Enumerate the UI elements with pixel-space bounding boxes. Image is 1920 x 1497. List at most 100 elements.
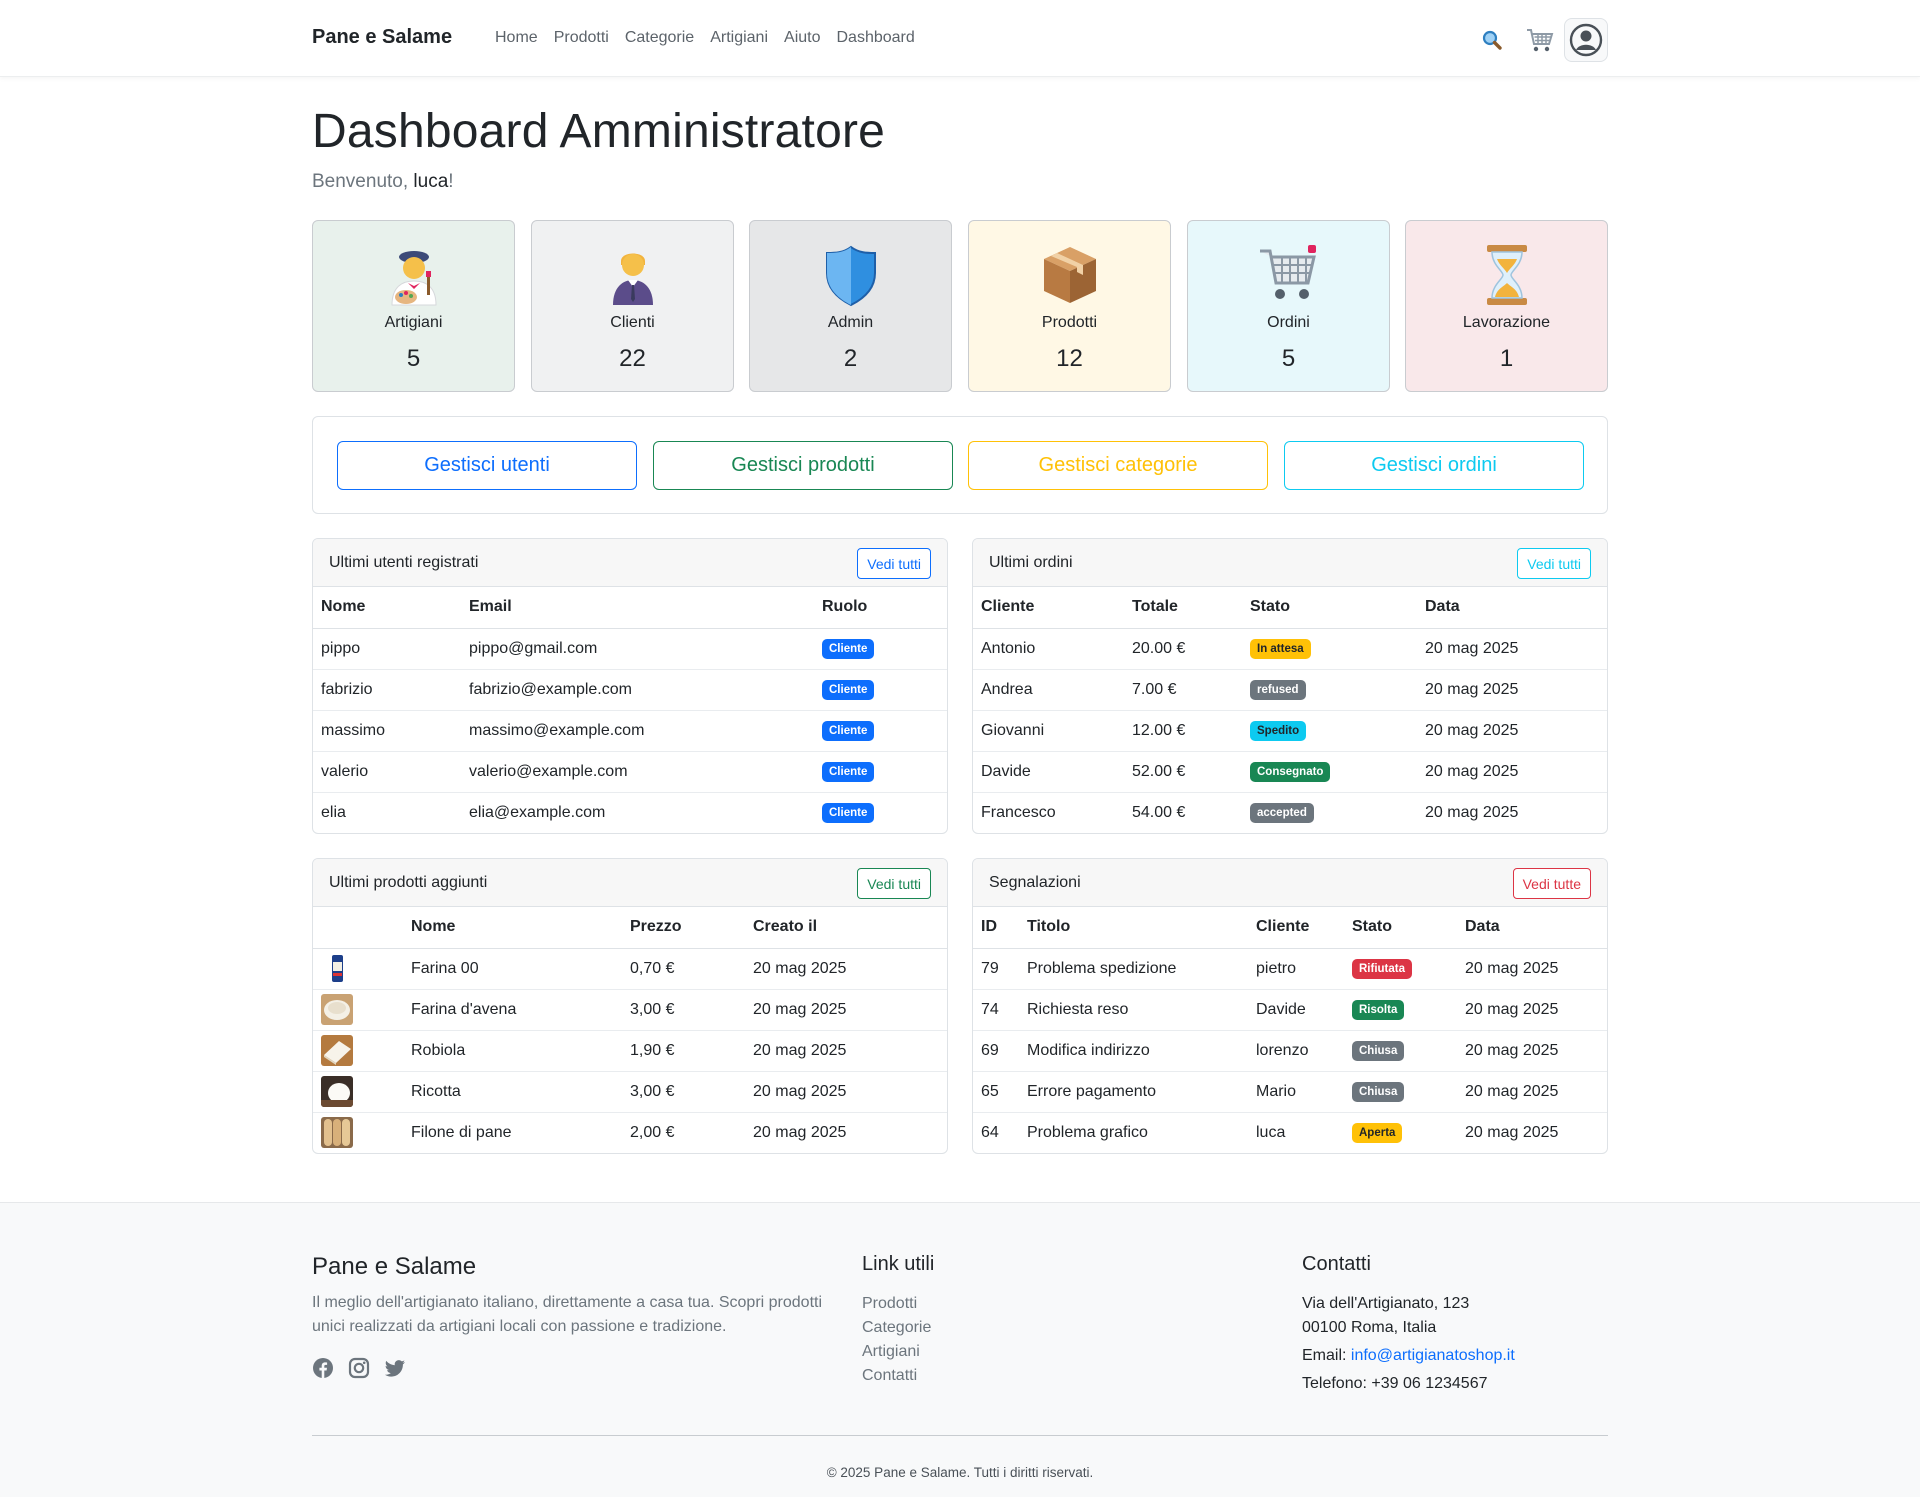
product-price: 1,90 € (622, 1030, 745, 1072)
footer: Pane e Salame Il meglio dell'artigianato… (0, 1202, 1920, 1497)
column-header: Stato (1344, 907, 1457, 949)
nav-link-prodotti[interactable]: Prodotti (554, 29, 609, 47)
nav-icons (1472, 18, 1608, 62)
stat-label: Prodotti (1041, 314, 1098, 331)
stat-card-artigiani: Artigiani 5 (312, 220, 515, 392)
table-row: Farina 00 0,70 €20 mag 2025 (313, 948, 947, 990)
order-status-cell: accepted (1242, 792, 1417, 833)
footer-email-link[interactable]: info@artigianatoshop.it (1351, 1347, 1515, 1364)
stat-value: 5 (1281, 345, 1296, 372)
stat-card-ordini: Ordini 5 (1187, 220, 1390, 392)
table-row: Filone di pane 2,00 € 20 mag 2025 (313, 1112, 947, 1153)
nav-link-aiuto[interactable]: Aiuto (784, 29, 820, 47)
stat-label: Clienti (610, 314, 655, 331)
footer-address-line2: 00100 Roma, Italia (1302, 1319, 1437, 1336)
report-id: 69 (973, 1030, 1019, 1072)
nav-link-dashboard[interactable]: Dashboard (836, 29, 914, 47)
user-email: valerio@example.com (461, 751, 814, 793)
footer-link-prodotti[interactable]: Prodotti (862, 1295, 917, 1313)
table-row: massimo massimo@example.com Cliente (313, 710, 947, 752)
user-avatar-button[interactable] (1564, 18, 1608, 62)
user-role-cell: Cliente (814, 628, 947, 670)
column-header: Email (461, 587, 814, 629)
stat-card-prodotti: Prodotti 12 (968, 220, 1171, 392)
manage-users-button[interactable]: Gestisci utenti (337, 441, 637, 490)
manage-products-button[interactable]: Gestisci prodotti (653, 441, 953, 490)
hourglass-icon (1406, 243, 1607, 309)
view-all-products-button[interactable]: Vedi tutti (857, 868, 931, 899)
panel-header: Ultimi ordini Vedi tutti (973, 539, 1607, 587)
product-name: Ricotta (403, 1071, 622, 1113)
recent-orders-panel: Ultimi ordini Vedi tutti Cliente Totale … (972, 538, 1608, 834)
stat-value: 5 (406, 345, 421, 372)
report-customer: Davide (1248, 989, 1344, 1031)
user-role-cell: Cliente (814, 792, 947, 833)
table-row: Farina d'avena 3,00 €20 mag 2025 (313, 989, 947, 1031)
column-header: Stato (1242, 587, 1417, 629)
brand-logo[interactable]: Pane e Salame (312, 26, 452, 49)
column-header: ID (973, 907, 1019, 949)
product-name: Farina 00 (403, 948, 622, 990)
user-email: pippo@gmail.com (461, 628, 814, 670)
product-created-date: 20 mag 2025 (753, 1123, 847, 1141)
footer-divider (312, 1435, 1608, 1436)
view-all-orders-button[interactable]: Vedi tutti (1517, 548, 1591, 579)
users-table: Nome Email Ruolo pippo pippo@gmail.com Cli… (313, 587, 947, 833)
manage-categories-button[interactable]: Gestisci categorie (968, 441, 1268, 490)
product-image-cell (313, 1071, 403, 1113)
panel-title: Segnalazioni (989, 874, 1081, 891)
nav-link-artigiani[interactable]: Artigiani (710, 29, 768, 47)
order-total: 7.00 € (1124, 669, 1242, 711)
order-total: 54.00 € (1132, 803, 1186, 821)
footer-description: Il meglio dell'artigianato italiano, dir… (312, 1294, 823, 1335)
user-name: pippo (313, 628, 461, 670)
column-header: Cliente (973, 587, 1124, 629)
footer-link-artigiani[interactable]: Artigiani (862, 1343, 920, 1361)
report-status-cell: Chiusa (1344, 1030, 1457, 1072)
order-date: 20 mag 2025 (1417, 669, 1607, 711)
status-badge: Spedito (1250, 720, 1307, 741)
product-image-cell (313, 989, 403, 1031)
order-date: 20 mag 2025 (1417, 710, 1607, 752)
role-badge: Cliente (822, 638, 875, 659)
instagram-icon[interactable] (348, 1357, 370, 1379)
report-status-cell: Chiusa (1344, 1071, 1457, 1113)
twitter-icon[interactable] (384, 1357, 406, 1379)
report-id: 65 (973, 1071, 1019, 1113)
view-all-reports-button[interactable]: Vedi tutte (1512, 868, 1591, 899)
reports-panel: Segnalazioni Vedi tutte ID Titolo Client… (972, 858, 1608, 1154)
product-price: 0,70 € (622, 948, 745, 990)
welcome-username: luca (413, 171, 449, 192)
report-id: 74 (973, 989, 1019, 1031)
facebook-icon[interactable] (312, 1357, 334, 1379)
nav-link-home[interactable]: Home (495, 29, 538, 47)
search-icon[interactable] (1472, 20, 1512, 60)
product-image-cell (313, 948, 403, 990)
report-id: 79 (973, 948, 1019, 990)
stat-label: Artigiani (384, 314, 443, 331)
footer-brand: Pane e Salame (312, 1253, 477, 1280)
social-links (312, 1357, 406, 1379)
view-all-users-button[interactable]: Vedi tutti (857, 548, 931, 579)
column-header (313, 907, 403, 949)
shield-icon (750, 243, 951, 309)
manage-orders-button[interactable]: Gestisci ordini (1284, 441, 1584, 490)
bread-loaf-thumbnail (321, 1117, 395, 1149)
product-image-cell (313, 1030, 403, 1072)
column-header: Cliente (1248, 907, 1344, 949)
column-header: Prezzo (622, 907, 745, 949)
footer-link-contatti[interactable]: Contatti (862, 1367, 917, 1385)
table-row: Davide 52.00 € Consegnato 20 mag 2025 (973, 751, 1607, 793)
stat-value: 2 (843, 345, 858, 372)
product-created-date: 20 mag 2025 (745, 1030, 947, 1072)
user-name: fabrizio (313, 669, 461, 711)
footer-link-categorie[interactable]: Categorie (862, 1319, 931, 1337)
cart-icon[interactable] (1520, 20, 1560, 60)
report-title: Errore pagamento (1019, 1071, 1248, 1113)
status-badge: Rifiutata (1352, 958, 1412, 979)
column-header: Titolo (1019, 907, 1248, 949)
panel-header: Segnalazioni Vedi tutte (973, 859, 1607, 907)
product-name: Robiola (403, 1030, 622, 1072)
nav-link-categorie[interactable]: Categorie (625, 29, 694, 47)
status-badge: Consegnato (1250, 761, 1331, 782)
